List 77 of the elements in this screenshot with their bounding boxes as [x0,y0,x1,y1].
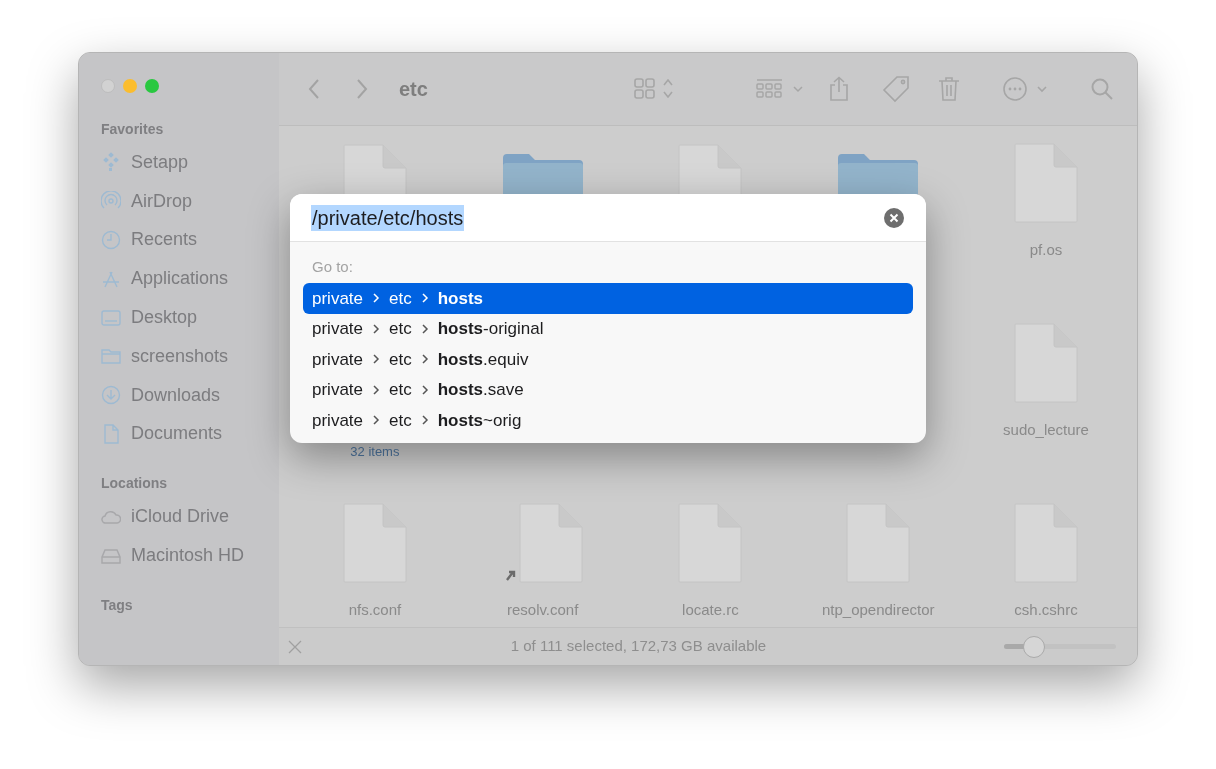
close-path-icon[interactable] [287,638,303,655]
folder-icon [101,346,121,367]
sidebar-item[interactable]: Applications [101,259,279,299]
sidebar-item[interactable]: Downloads [101,375,279,415]
chevron-icon [372,293,381,304]
path-label: private [312,379,364,401]
sidebar-item[interactable]: AirDrop [101,181,279,221]
chevron-icon [420,323,429,334]
path-label: private [312,348,364,371]
sidebar-item[interactable]: screenshots [101,337,279,376]
path-label: etc [389,318,412,340]
window-title: etc [399,77,428,102]
group-icon[interactable] [755,78,806,100]
path-label: etc [389,379,412,401]
chevron-icon [420,354,429,365]
zoom-slider[interactable] [1003,635,1116,658]
folder-icon [836,152,921,196]
chevron-icon [420,293,429,304]
file-name: resolv.conf [506,600,579,620]
section-label: Go to: [311,257,354,277]
search-icon[interactable] [1089,77,1114,101]
zoom-button[interactable] [145,79,159,93]
chevron-icon [372,415,381,426]
sidebar-item[interactable]: Documents [101,414,279,454]
sidebar-item[interactable]: iCloud Drive [101,497,279,537]
file-name: hosts [437,287,484,310]
sidebar-heading: Locations [101,474,169,494]
chevron-icon [420,415,429,426]
sidebar-item[interactable]: Recents [101,220,279,260]
more-icon[interactable] [1001,76,1050,102]
sidebar-heading: Favorites [101,120,165,139]
file-name: nfs.conf [348,600,402,620]
clock-icon [101,230,121,250]
download-icon [101,385,121,406]
suggestion-row[interactable]: private etc hosts [303,283,913,314]
path-label: etc [389,348,412,371]
back-icon[interactable] [307,78,321,100]
chevron-icon [420,384,429,395]
sidebar-item[interactable]: Macintosh HD [101,536,279,575]
chevron-icon [372,354,381,365]
tag-icon[interactable] [881,75,910,103]
slider-thumb[interactable] [1023,635,1046,658]
status-text: 1 of 111 selected, 172,73 GB available [509,636,768,657]
minimize-button[interactable] [123,79,137,93]
forward-icon[interactable] [355,78,369,100]
sidebar-item[interactable]: Setapp [101,143,279,182]
item-count: 32 items [350,442,400,461]
document-icon [101,423,121,444]
desktop-icon [101,307,121,328]
sidebar-heading: Tags [101,595,134,615]
suggestion-row[interactable]: private etc hosts.equiv [303,344,913,375]
file-name: ntp_opendirector [821,600,935,620]
suggestion-row[interactable]: private etc hosts~orig [303,405,913,436]
path-label: private [312,287,364,310]
chevron-icon [372,323,381,334]
file-name: locate.rc [682,600,739,620]
diamonds-icon [101,152,121,173]
chevron-icon [372,384,381,395]
path-label: etc [389,287,412,310]
file-name: hosts.equiv [437,348,529,371]
file-name: csh.cshrc [1014,600,1078,620]
share-icon[interactable] [827,76,850,102]
sidebar-item[interactable]: Desktop [101,298,279,337]
path-label: etc [389,409,412,432]
file-name: sudo_lecture [1003,420,1089,440]
suggestion-row[interactable]: private etc hosts.save [303,374,913,405]
file-name: hosts-original [437,318,544,340]
path-label: private [312,409,364,432]
suggestion-row[interactable]: private etc hosts-original [303,313,913,344]
grid-view-icon[interactable] [633,77,676,101]
file-name: hosts~orig [437,409,522,432]
folder-icon [500,152,585,196]
trash-icon[interactable] [937,76,960,102]
path-label: private [312,318,364,340]
clear-icon[interactable] [884,207,904,228]
file-name: hosts.save [437,379,524,401]
file-name: pf.os [1029,240,1063,260]
